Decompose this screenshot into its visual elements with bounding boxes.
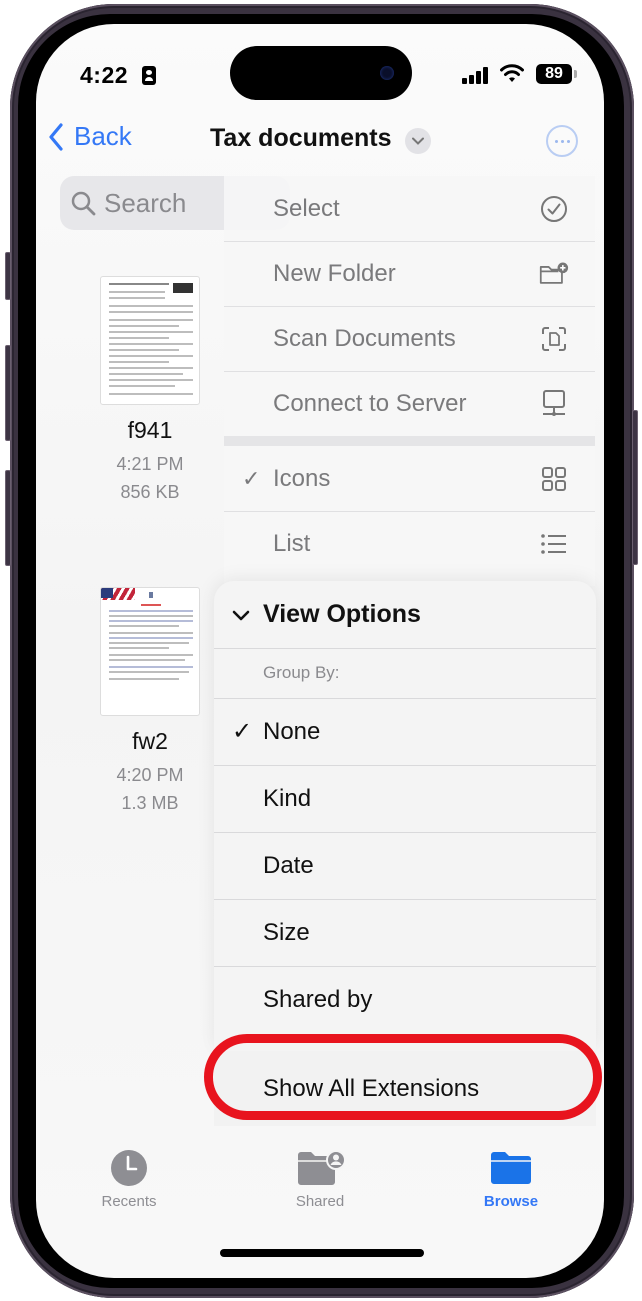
- chevron-down-icon: [412, 137, 424, 145]
- tab-label: Shared: [295, 1193, 345, 1210]
- server-display-icon: [539, 389, 569, 419]
- file-size: 1.3 MB: [121, 793, 179, 813]
- status-time: 4:22: [80, 62, 129, 88]
- show-all-extensions-label: Show All Extensions: [263, 1074, 480, 1102]
- wifi-icon: [500, 64, 524, 82]
- group-by-label: Group By:: [214, 648, 596, 698]
- chevron-left-icon: [49, 122, 63, 151]
- group-by-text: Group By:: [263, 663, 340, 682]
- shared-folder-icon: [265, 1148, 375, 1188]
- group-option-none[interactable]: ✓ None: [214, 698, 596, 765]
- file-size: 856 KB: [120, 482, 180, 502]
- group-option-kind[interactable]: Kind: [214, 765, 596, 832]
- power-button: [632, 410, 638, 565]
- file-name: fw2: [132, 728, 168, 754]
- screen: 4:22 89 Back Tax documents Search f941 4…: [36, 24, 604, 1278]
- grid-icon: [539, 464, 569, 494]
- checkmark-circle-icon: [539, 194, 569, 224]
- tab-recents[interactable]: Recents: [74, 1148, 184, 1210]
- battery-tip: [574, 70, 577, 78]
- dynamic-island: [230, 46, 412, 100]
- file-item[interactable]: fw2 4:20 PM 1.3 MB: [80, 587, 220, 817]
- menu-item-label: Icons: [273, 464, 331, 492]
- page-title[interactable]: Tax documents: [210, 124, 392, 153]
- back-label: Back: [74, 121, 132, 151]
- menu-item-label: Scan Documents: [273, 324, 456, 352]
- tab-label: Browse: [483, 1193, 539, 1210]
- tab-label: Recents: [101, 1193, 157, 1210]
- ellipsis-dot: [560, 139, 564, 143]
- list-icon: [539, 529, 569, 559]
- show-all-extensions-button[interactable]: Show All Extensions: [214, 1051, 596, 1126]
- battery-indicator: 89: [536, 64, 572, 84]
- menu-item-connect-to-server[interactable]: Connect to Server: [224, 371, 595, 436]
- more-options-button[interactable]: [546, 125, 578, 157]
- view-options-header[interactable]: View Options: [214, 581, 596, 648]
- menu-item-scan-documents[interactable]: Scan Documents: [224, 306, 595, 371]
- ellipsis-dot: [554, 139, 558, 143]
- cellular-signal-icon: [462, 67, 490, 84]
- menu-item-label: List: [273, 529, 311, 557]
- menu-item-select[interactable]: Select: [224, 176, 595, 241]
- menu-section-gap: [224, 436, 595, 446]
- menu-item-icons[interactable]: ✓ Icons: [224, 446, 595, 511]
- title-menu-button[interactable]: [405, 128, 431, 154]
- menu-item-list[interactable]: List: [224, 511, 595, 576]
- tab-bar: Recents Shared Browse: [36, 1148, 604, 1228]
- menu-item-label: Connect to Server: [273, 389, 467, 417]
- file-name: f941: [127, 417, 173, 443]
- tab-browse[interactable]: Browse: [456, 1148, 566, 1210]
- search-placeholder: Search: [104, 187, 187, 218]
- menu-item-label: New Folder: [273, 259, 396, 287]
- clock-icon: [74, 1148, 184, 1188]
- home-indicator[interactable]: [220, 1249, 424, 1257]
- flag-graphic: [101, 588, 135, 600]
- ellipsis-dot: [566, 139, 570, 143]
- group-option-shared-by[interactable]: Shared by: [214, 966, 596, 1033]
- group-option-label: Size: [263, 918, 310, 946]
- search-icon: [71, 191, 96, 216]
- action-button: [5, 252, 11, 300]
- back-button[interactable]: Back: [48, 121, 132, 152]
- checkmark-icon: ✓: [242, 465, 261, 491]
- folder-badge-plus-icon: [539, 259, 569, 289]
- group-option-label: Shared by: [263, 985, 373, 1013]
- front-camera: [380, 66, 394, 80]
- doc-viewfinder-icon: [539, 324, 569, 354]
- volume-up-button: [5, 345, 11, 441]
- file-date: 4:20 PM: [116, 765, 184, 785]
- group-option-label: Kind: [263, 784, 312, 812]
- volume-down-button: [5, 470, 11, 566]
- folder-icon: [456, 1148, 566, 1188]
- tab-shared[interactable]: Shared: [265, 1148, 375, 1210]
- file-item[interactable]: f941 4:21 PM 856 KB: [80, 276, 220, 506]
- view-options-title: View Options: [263, 600, 421, 628]
- file-thumbnail: [100, 276, 200, 405]
- view-options-submenu: View Options Group By: ✓ None Kind Date …: [214, 581, 596, 1051]
- group-option-label: None: [263, 717, 321, 745]
- checkmark-icon: ✓: [232, 718, 253, 745]
- file-thumbnail: [100, 587, 200, 716]
- group-option-label: Date: [263, 851, 314, 879]
- chevron-down-icon: [232, 601, 250, 629]
- file-date: 4:21 PM: [116, 454, 184, 474]
- group-option-size[interactable]: Size: [214, 899, 596, 966]
- group-option-date[interactable]: Date: [214, 832, 596, 899]
- contact-card-icon: [142, 66, 156, 85]
- menu-item-new-folder[interactable]: New Folder: [224, 241, 595, 306]
- menu-item-label: Select: [273, 194, 340, 222]
- context-menu: Select New Folder Scan Documents Connect…: [224, 176, 595, 586]
